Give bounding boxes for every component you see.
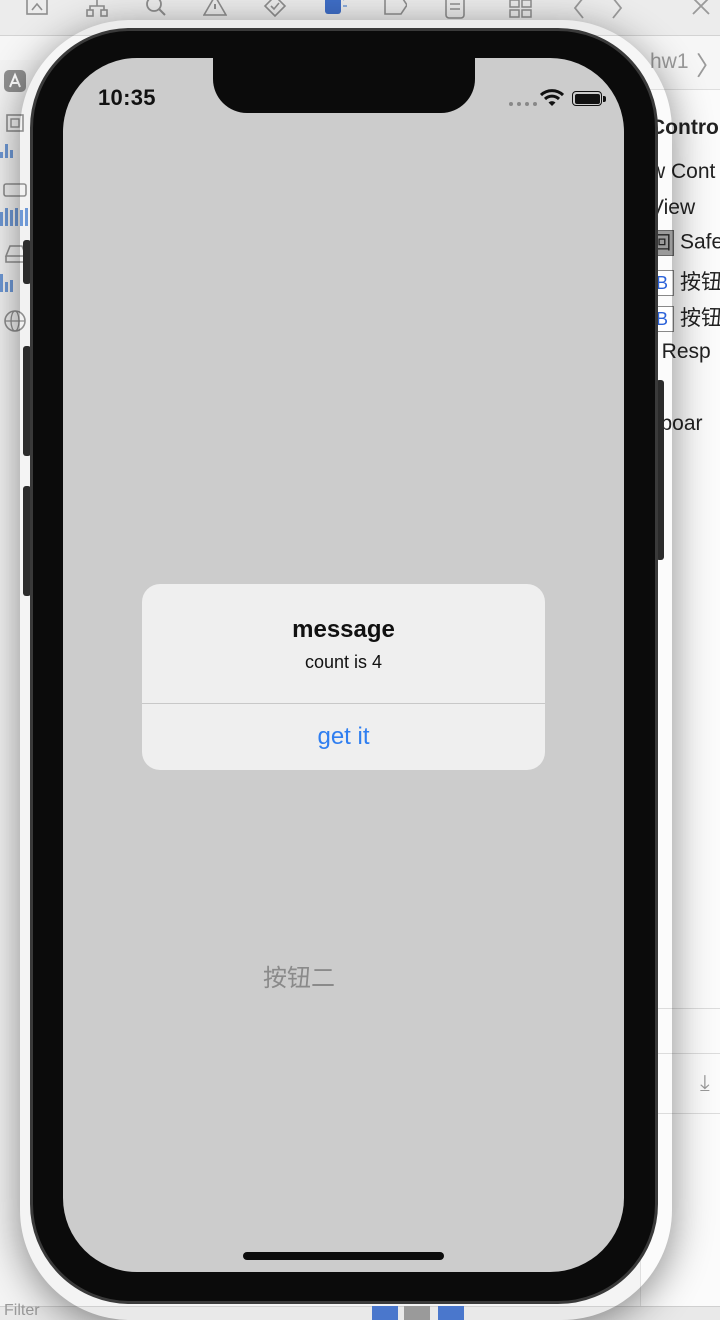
alert-get-it-button[interactable]: get it [142,704,545,770]
cellular-signal-icon [509,102,537,106]
alert-message: count is 4 [304,652,383,672]
source-control-icon[interactable] [84,0,110,22]
forward-chevron-icon[interactable] [604,0,630,22]
outline-button-two-label: 按钮 [680,307,720,330]
alert-title: message [292,616,395,643]
button-two[interactable]: 按钮二 [263,958,335,993]
app-store-icon [4,70,26,92]
filter-field[interactable]: Filter [4,1302,40,1320]
back-chevron-icon[interactable] [566,0,592,22]
close-icon[interactable] [688,0,714,22]
search-icon[interactable] [142,0,168,22]
debug-icon[interactable] [322,0,348,22]
outline-button-one-label: 按钮 [680,271,720,294]
battery-icon [572,91,606,106]
home-indicator[interactable] [243,1252,444,1260]
folder-navigator-icon[interactable] [24,0,50,22]
jump-bar-target[interactable]: hw1 [650,50,689,74]
download-icon[interactable]: ⤓ [700,1070,710,1096]
breakpoint-icon[interactable] [382,0,408,22]
report-icon[interactable] [442,0,468,22]
grid-icon[interactable] [508,0,534,22]
alert-dialog: message count is 4 get it [142,584,545,770]
test-diamond-icon[interactable] [262,0,288,22]
jump-bar-chevron-icon: 〉 [696,51,720,81]
outline-safe-area-label: Safe [680,230,720,254]
xcode-workspace: hw1 〉 Control w Cont View 回 Safe B 按钮 B 按钮 … [0,0,720,1320]
cpu-graph-icon [0,144,13,158]
notch [213,58,475,113]
wifi-icon [540,89,564,106]
warning-icon[interactable] [202,0,228,22]
simulator-screen[interactable]: 10:35 按钮二 message count is 4 get it [63,58,624,1272]
disk-graph-icon [0,274,13,292]
status-bar-time: 10:35 [98,85,156,110]
